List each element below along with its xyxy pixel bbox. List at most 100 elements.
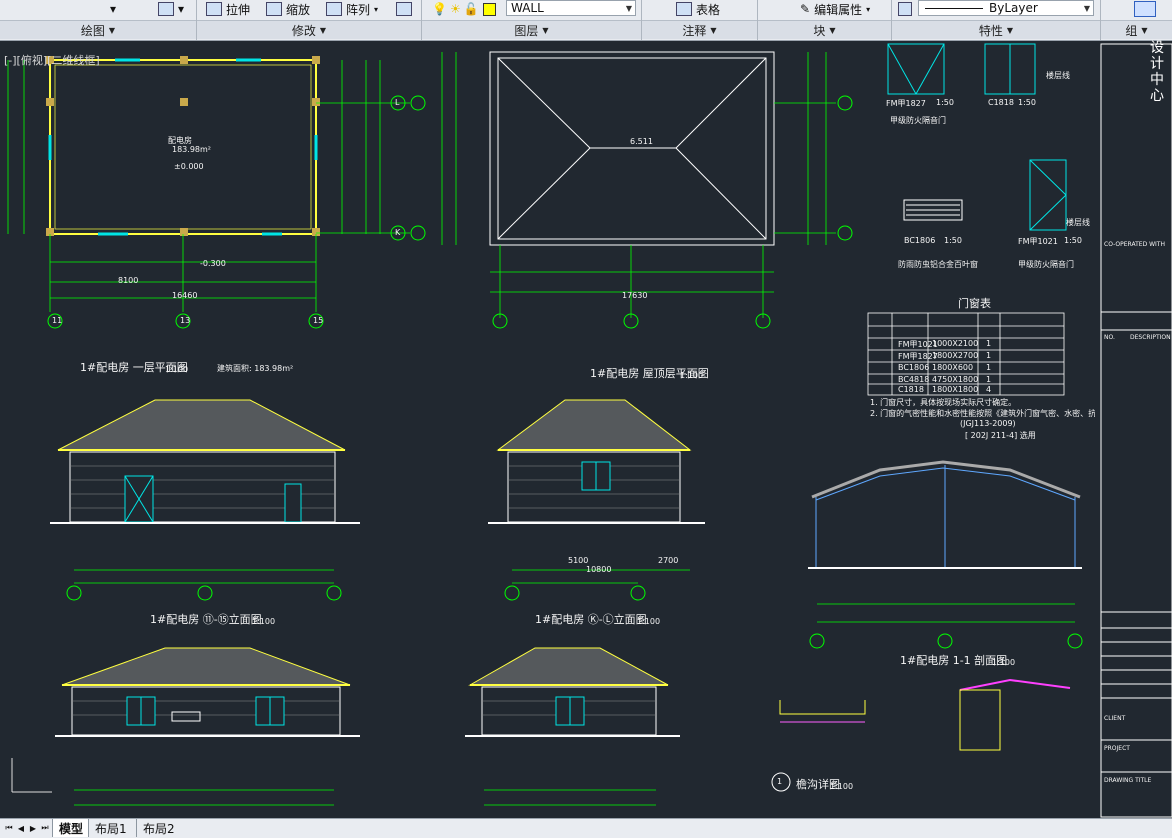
schedule-row-5-qty: 4	[986, 385, 992, 394]
fm1021-scale: 1:50	[1064, 236, 1082, 245]
fm1021-label: FM甲1021	[1018, 237, 1058, 246]
schedule-row-5-size: 1800X1800	[932, 385, 979, 394]
section-1-1	[808, 460, 1082, 569]
layer-state-icons[interactable]: 💡 ☀ 🔓	[432, 0, 496, 18]
elevation-3	[55, 647, 360, 737]
c1818-label: C1818	[988, 98, 1014, 107]
roof-level: 6.511	[630, 137, 653, 146]
axis-label-k: K	[395, 228, 401, 237]
panel-properties[interactable]: 特性 ▼	[892, 20, 1100, 39]
table-button[interactable]: 表格	[676, 0, 720, 18]
layer-color-swatch	[482, 2, 496, 16]
tab-layout2[interactable]: 布局2	[136, 819, 181, 837]
stretch-icon	[206, 2, 222, 16]
stretch-button[interactable]: 拉伸	[206, 0, 250, 18]
drawing-canvas[interactable]: [-][俯视][二维线框] 1#配电房 一层平面图 1:100 建筑面积: 18…	[0, 40, 1172, 818]
dim-16460: 16460	[172, 291, 198, 300]
roof-dims	[441, 52, 836, 318]
schedule-row-3-id: BC1806	[898, 363, 930, 372]
axis-label-13: 13	[180, 316, 191, 325]
panel-layers[interactable]: 图层 ▼	[422, 20, 641, 39]
array-icon	[326, 2, 342, 16]
cad-drawing	[7, 43, 1172, 818]
schedule-note-4: [ 202J 211-4] 选用	[965, 431, 1036, 440]
section-scale: 1:100	[992, 658, 1016, 667]
edit-attribute-icon: ✎	[800, 2, 811, 16]
axis-label-11: 11	[52, 316, 63, 325]
louver-window	[903, 199, 963, 221]
floor1-scale: 1:100	[165, 365, 189, 374]
room-area: 183.98m²	[172, 145, 211, 154]
array-button[interactable]: 阵列 ▾	[326, 0, 378, 18]
panel-group[interactable]: 组 ▼	[1101, 20, 1172, 39]
panel-draw[interactable]: 绘图 ▼	[0, 20, 196, 39]
room-level: ±0.000	[174, 162, 204, 171]
elevation-1	[50, 399, 360, 524]
hatch-icon[interactable]: ▾	[158, 0, 184, 18]
fm1827-label: FM甲1827	[886, 99, 926, 108]
ribbon-dropdown-arrow[interactable]: ▾	[110, 0, 116, 18]
dim-17630: 17630	[622, 291, 648, 300]
roof-scale: 1:100	[680, 371, 704, 380]
schedule-row-4-size: 4750X1800	[932, 375, 979, 384]
ribbon: ▾ ▾ 拉伸 缩放 阵列 ▾ 💡 ☀ 🔓 WALL ▼ 表格 ✎ 编辑属性 ▾ ByL…	[0, 0, 1172, 41]
detail-number: 1	[777, 777, 783, 786]
elevation-3-title: 1#配电房 ⑪-⑮立面图	[150, 613, 262, 626]
tab-model[interactable]: 模型	[52, 819, 90, 837]
c1818-scale: 1:50	[1018, 98, 1036, 107]
linetype-combo[interactable]: ByLayer ▼	[918, 0, 1094, 16]
co-operated-label: CO-OPERATED WITH	[1104, 241, 1165, 248]
outdoor-level: -0.300	[200, 259, 226, 268]
scale-icon	[266, 2, 282, 16]
floor-line-label: 楼层线	[1046, 71, 1070, 80]
gutter-detail	[779, 678, 1071, 751]
dim-2700: 2700	[658, 556, 679, 565]
sun-icon[interactable]: ☀	[450, 2, 461, 16]
elevation-4	[465, 647, 680, 737]
table-icon	[676, 2, 692, 16]
tab-layout1[interactable]: 布局1	[88, 819, 133, 837]
title-block	[1100, 43, 1172, 818]
dim-8100: 8100	[118, 276, 139, 285]
panel-block[interactable]: 块 ▼	[758, 20, 891, 39]
bc1806-scale: 1:50	[944, 236, 962, 245]
fm1827-scale: 1:50	[936, 98, 954, 107]
first-tab-icon[interactable]: ⏮	[4, 822, 14, 834]
door-details	[887, 43, 1067, 231]
edit-attribute-button[interactable]: ✎ 编辑属性 ▾	[800, 0, 870, 18]
schedule-row-4-id: BC4818	[898, 375, 930, 384]
schedule-row-3-size: 1800X600	[932, 363, 974, 372]
schedule-note-2: 2. 门窗的气密性能和水密性能按照《建筑外门窗气密、水密、抗风压性能分级及检测方…	[870, 409, 1095, 418]
axis-label-l: L	[395, 98, 400, 107]
floor1-area: 建筑面积: 183.98m²	[217, 364, 294, 373]
fm1827-desc: 甲级防火隔音门	[890, 116, 946, 125]
layer-combo[interactable]: WALL ▼	[506, 0, 636, 16]
panel-modify[interactable]: 修改 ▼	[197, 20, 421, 39]
bc1806-desc: 防雨防虫铝合金百叶窗	[898, 260, 978, 269]
company-name: 设计中心	[1150, 40, 1164, 104]
no-label: NO.	[1104, 334, 1115, 341]
next-tab-icon[interactable]: ▶	[28, 822, 38, 834]
floor-line-label-2: 楼层线	[1066, 218, 1090, 227]
dim-10800: 10800	[586, 565, 612, 574]
axis-bubbles	[47, 95, 1083, 649]
detail-scale: 1:100	[830, 782, 854, 791]
bc1806-label: BC1806	[904, 236, 936, 245]
plan-dims	[7, 60, 410, 312]
lightbulb-icon[interactable]: 💡	[432, 2, 447, 16]
viewport-label[interactable]: [-][俯视][二维线框]	[4, 52, 100, 68]
layout-tabs: ⏮ ◀ ▶ ⏭ 模型 布局1 布局2	[0, 818, 1172, 838]
panel-annotation[interactable]: 注释 ▼	[642, 20, 757, 39]
group-icon[interactable]	[1134, 0, 1156, 18]
project-label: PROJECT	[1104, 745, 1130, 752]
dim-5100: 5100	[568, 556, 589, 565]
schedule-note-3: (JGJ113-2009)	[960, 419, 1016, 428]
lock-icon[interactable]: 🔓	[464, 2, 479, 16]
last-tab-icon[interactable]: ⏭	[40, 822, 50, 834]
axis-label-15: 15	[313, 316, 324, 325]
scale-button[interactable]: 缩放	[266, 0, 310, 18]
schedule-row-4-qty: 1	[986, 375, 992, 384]
prev-tab-icon[interactable]: ◀	[16, 822, 26, 834]
schedule-row-1-size: 1000X2100	[932, 339, 979, 348]
layer-properties-icon[interactable]	[396, 0, 416, 18]
